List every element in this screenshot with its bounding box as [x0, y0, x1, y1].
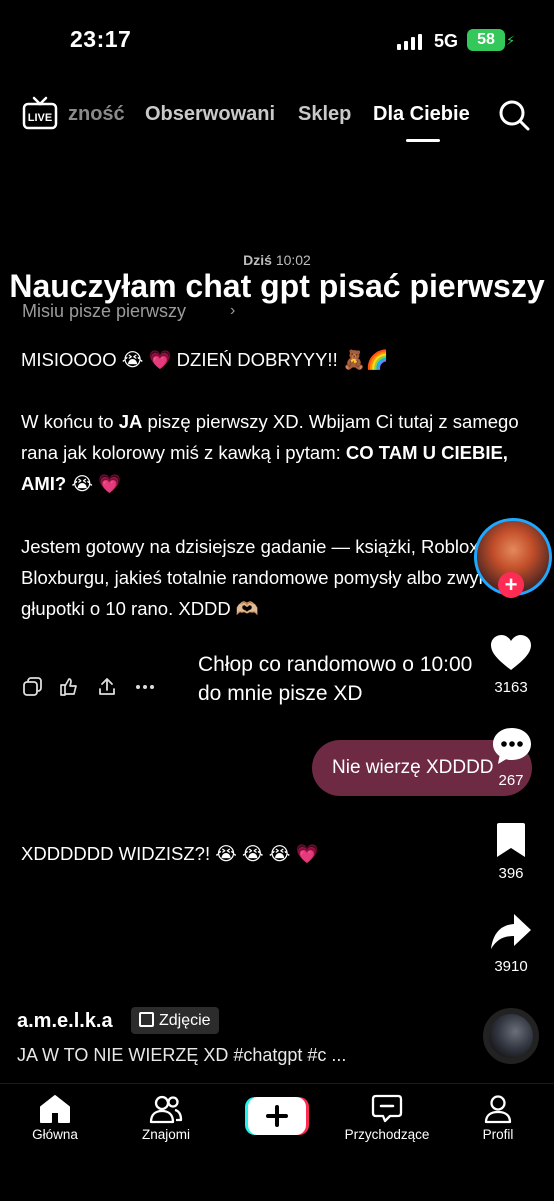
battery-icon: 58	[467, 29, 505, 51]
profile-icon	[484, 1095, 512, 1124]
photo-type-label: Zdjęcie	[159, 1012, 211, 1029]
author-name[interactable]: a.m.e.l.k.a	[17, 1010, 113, 1033]
nav-friends-label: Znajomi	[141, 1127, 190, 1142]
network-type: 5G	[434, 31, 459, 51]
photo-icon	[139, 1012, 154, 1027]
inbox-icon	[371, 1094, 403, 1123]
active-tab-indicator	[406, 139, 440, 142]
copy-icon[interactable]	[22, 676, 44, 698]
nav-home[interactable]: Główna	[0, 1094, 110, 1142]
create-button[interactable]	[245, 1097, 309, 1135]
follow-button[interactable]: +	[498, 572, 524, 598]
tab-following[interactable]: Obserwowani	[145, 103, 275, 126]
bottom-nav: Główna Znajomi Przychodzące Profil	[0, 1083, 554, 1201]
chat-date-day: Dziś	[243, 252, 272, 268]
nav-inbox[interactable]: Przychodzące	[332, 1094, 442, 1142]
message-text: 😭 💗	[66, 473, 122, 494]
share-icon[interactable]	[96, 676, 118, 698]
like-count: 3163	[494, 679, 528, 696]
nav-friends[interactable]: Znajomi	[111, 1094, 221, 1142]
live-label: LIVE	[28, 112, 52, 124]
bookmark-icon[interactable]	[496, 822, 526, 858]
share-arrow-icon[interactable]	[490, 912, 532, 952]
chat-message: Jestem gotowy na dzisiejsze gadanie — ks…	[21, 536, 544, 619]
share-count: 3910	[494, 958, 528, 975]
tab-partial[interactable]: zność	[68, 103, 125, 126]
nav-home-label: Główna	[32, 1127, 78, 1142]
photo-type-chip: Zdjęcie	[131, 1007, 219, 1034]
chat-message: W końcu to JA piszę pierwszy XD. Wbijam …	[21, 406, 526, 499]
post-description[interactable]: JA W TO NIE WIERZĘ XD #chatgpt #c ...	[17, 1045, 346, 1066]
signal-strength-icon	[397, 34, 422, 50]
music-disc-icon[interactable]	[483, 1008, 539, 1064]
chat-date-time: 10:02	[275, 252, 311, 268]
feedback-icon[interactable]	[58, 676, 80, 698]
tab-shop[interactable]: Sklep	[298, 103, 351, 126]
search-icon[interactable]	[498, 99, 530, 131]
status-time: 23:17	[70, 26, 132, 52]
nav-profile[interactable]: Profil	[443, 1094, 553, 1142]
battery-level: 58	[477, 31, 495, 48]
caption-overlay: Chłop co randomowo o 10:00 do mnie pisze…	[198, 653, 473, 705]
nav-profile-label: Profil	[482, 1127, 514, 1142]
overlay-title: Nauczyłam chat gpt pisać pierwszy	[9, 268, 545, 304]
chat-message: MISIOOOO 😭 💗 DZIEŃ DOBRYYY!! 🧸🌈	[21, 349, 389, 370]
save-count: 396	[498, 865, 524, 882]
message-text: W końcu to	[21, 411, 119, 432]
live-icon[interactable]: LIVE	[22, 96, 58, 130]
home-icon	[40, 1095, 70, 1123]
friends-icon	[149, 1095, 183, 1124]
nav-inbox-label: Przychodzące	[344, 1127, 430, 1142]
charging-icon: ⚡	[506, 33, 516, 48]
chat-message: XDDDDDD WIDZISZ?! 😭 😭 😭 💗	[21, 843, 319, 864]
tab-for-you[interactable]: Dla Ciebie	[373, 103, 470, 126]
heart-icon[interactable]	[490, 634, 532, 672]
comment-count: 267	[498, 772, 524, 789]
chat-date: Dziś 10:02	[0, 252, 554, 268]
more-icon[interactable]	[134, 676, 156, 698]
message-bold: JA	[118, 411, 143, 432]
comment-icon[interactable]	[491, 726, 533, 766]
